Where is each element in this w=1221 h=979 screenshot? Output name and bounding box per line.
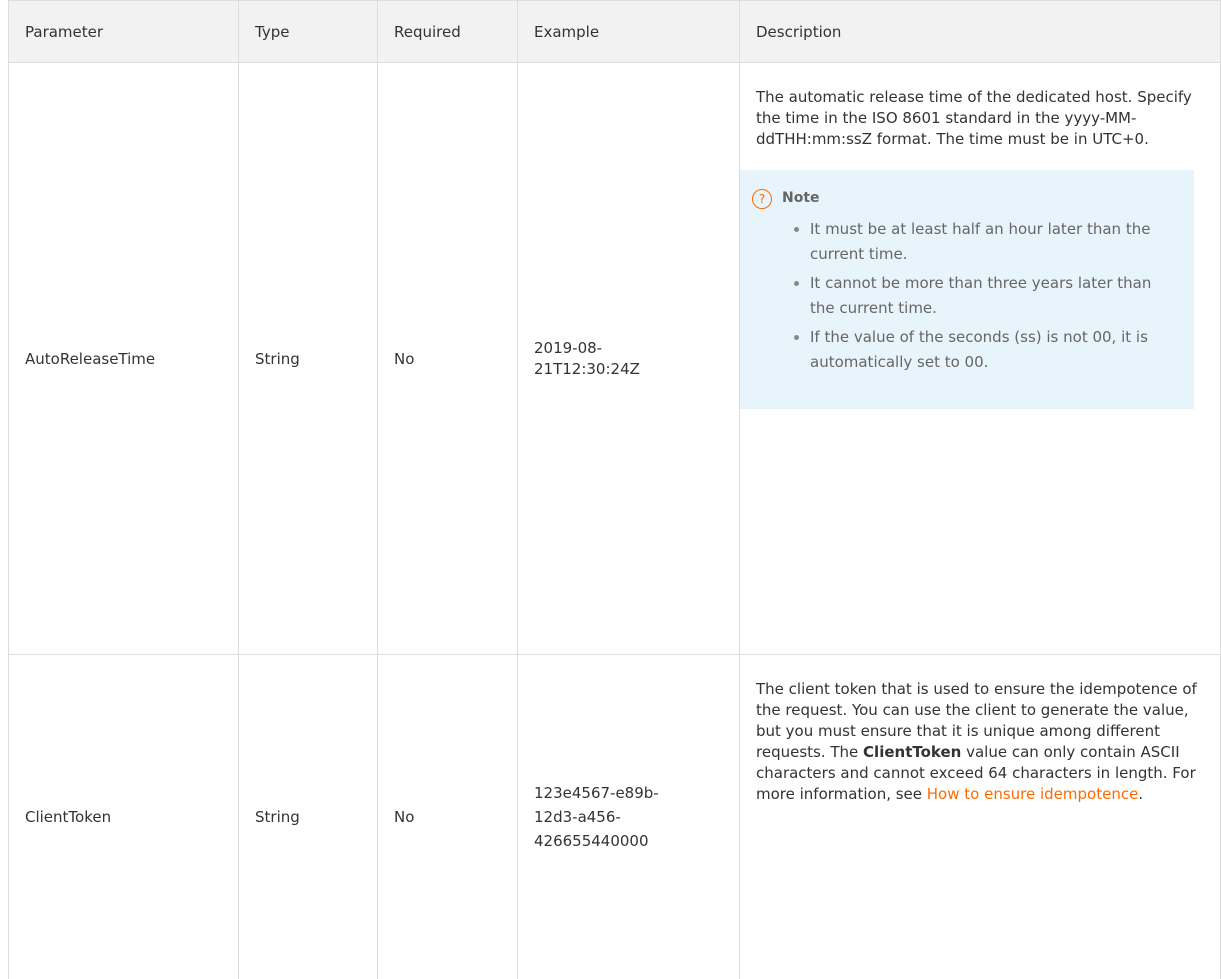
param-description: The automatic release time of the dedica… <box>740 63 1221 655</box>
header-required: Required <box>378 1 518 63</box>
note-header: ? Note <box>752 188 1180 209</box>
example-line: 2019-08- <box>534 339 602 357</box>
header-parameter: Parameter <box>9 1 239 63</box>
param-type: String <box>239 63 378 655</box>
description-bold-term: ClientToken <box>863 743 961 761</box>
table-row: AutoReleaseTime String No 2019-08- 21T12… <box>9 63 1221 655</box>
example-line: 123e4567-e89b- <box>534 784 659 802</box>
param-example: 2019-08- 21T12:30:24Z <box>518 63 740 655</box>
param-example: 123e4567-e89b- 12d3-a456- 426655440000 <box>518 655 740 979</box>
note-item: If the value of the seconds (ss) is not … <box>810 325 1180 375</box>
example-line: 21T12:30:24Z <box>534 360 640 378</box>
table-row: ClientToken String No 123e4567-e89b- 12d… <box>9 655 1221 979</box>
table-header-row: Parameter Type Required Example Descript… <box>9 1 1221 63</box>
param-description: The client token that is used to ensure … <box>740 655 1221 979</box>
note-item: It cannot be more than three years later… <box>810 271 1180 321</box>
example-line: 426655440000 <box>534 832 649 850</box>
note-list: It must be at least half an hour later t… <box>752 217 1180 375</box>
param-required: No <box>378 655 518 979</box>
header-type: Type <box>239 1 378 63</box>
note-item: It must be at least half an hour later t… <box>810 217 1180 267</box>
param-name: ClientToken <box>9 655 239 979</box>
description-period: . <box>1138 785 1143 803</box>
note-box: ? Note It must be at least half an hour … <box>740 170 1194 409</box>
parameters-table: Parameter Type Required Example Descript… <box>8 0 1221 979</box>
description-text: The automatic release time of the dedica… <box>756 87 1204 150</box>
note-title: Note <box>782 188 820 209</box>
param-name: AutoReleaseTime <box>9 63 239 655</box>
example-line: 12d3-a456- <box>534 808 621 826</box>
header-description: Description <box>740 1 1221 63</box>
question-icon: ? <box>752 189 772 209</box>
param-type: String <box>239 655 378 979</box>
idempotence-link[interactable]: How to ensure idempotence <box>927 785 1139 803</box>
header-example: Example <box>518 1 740 63</box>
param-required: No <box>378 63 518 655</box>
